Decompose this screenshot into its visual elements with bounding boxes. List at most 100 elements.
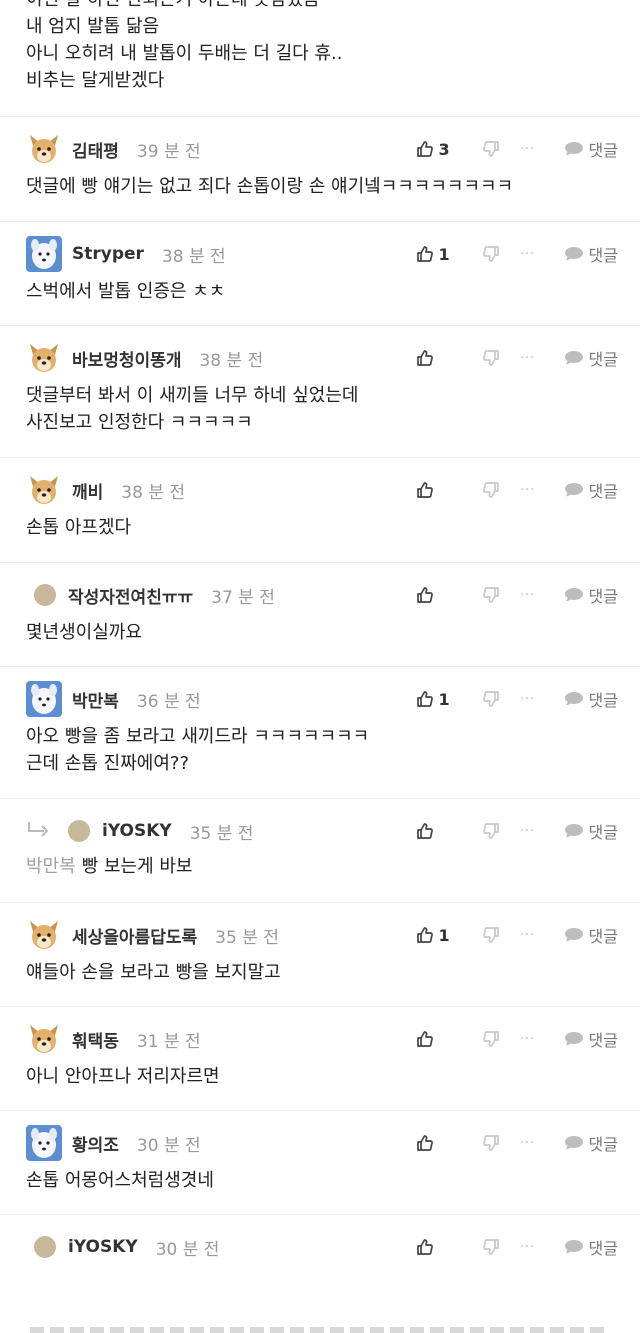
reply-button[interactable]: 댓글: [563, 242, 618, 266]
white-dog-avatar-icon[interactable]: [26, 1125, 62, 1161]
comment-actions: ··· 댓글: [415, 340, 618, 376]
avatar-dot[interactable]: [34, 584, 56, 606]
more-options-button[interactable]: ···: [507, 1136, 549, 1151]
more-options-button[interactable]: ···: [507, 824, 549, 839]
comment: 황의조 30 분 전 ··· 댓글 손톱 어몽어스처럼생겻네: [0, 1111, 640, 1215]
reply-button-label: 댓글: [588, 482, 618, 501]
reply-button-label: 댓글: [588, 1239, 618, 1258]
like-button[interactable]: 3: [415, 139, 475, 159]
reply-button[interactable]: 댓글: [563, 346, 618, 370]
more-options-button[interactable]: ···: [507, 483, 549, 498]
dislike-button[interactable]: [475, 689, 507, 709]
reply-button[interactable]: 댓글: [563, 137, 618, 161]
post-line: 아니 오히려 내 발톱이 두배는 더 길다 휴..: [26, 43, 343, 64]
reply-button[interactable]: 댓글: [563, 1027, 618, 1051]
like-button[interactable]: [415, 480, 475, 500]
mentioned-user[interactable]: 박만복: [26, 856, 76, 877]
reply-button-label: 댓글: [588, 587, 618, 606]
comment-author[interactable]: 작성자전여친ㅠㅠ: [68, 583, 193, 608]
comment-author[interactable]: 세상을아름답도록: [72, 923, 197, 948]
like-button[interactable]: [415, 821, 475, 841]
thumb-down-icon: [481, 480, 501, 500]
dislike-button[interactable]: [475, 1237, 507, 1257]
dislike-button[interactable]: [475, 1133, 507, 1153]
white-dog-avatar-icon[interactable]: [26, 236, 62, 272]
thumb-down-icon: [481, 1029, 501, 1049]
comment-text: 박만복 빵 보는게 바보: [26, 853, 614, 880]
like-button[interactable]: [415, 348, 475, 368]
comment-time: 37 분 전: [211, 587, 275, 608]
dog-avatar-icon[interactable]: [26, 472, 62, 508]
dislike-button[interactable]: [475, 348, 507, 368]
comment-header: 깨비 38 분 전 ··· 댓글: [26, 472, 618, 508]
more-options-button[interactable]: ···: [507, 142, 549, 157]
more-options-button[interactable]: ···: [507, 1240, 549, 1255]
like-button[interactable]: 1: [415, 689, 475, 709]
more-options-button[interactable]: ···: [507, 692, 549, 707]
dislike-button[interactable]: [475, 139, 507, 159]
dog-avatar-icon[interactable]: [26, 131, 62, 167]
comment-header: Stryper 38 분 전 1 ··· 댓글: [26, 236, 618, 272]
like-button[interactable]: [415, 1237, 475, 1257]
comment-text: 댓글에 빵 얘기는 없고 죄다 손톱이랑 손 얘기넼ㅋㅋㅋㅋㅋㅋㅋㅋ: [26, 173, 614, 200]
comment-text: 스벅에서 발톱 인증은 ㅊㅊ: [26, 278, 614, 305]
comment-author[interactable]: 황의조: [72, 1131, 119, 1156]
thumb-up-icon: [415, 348, 435, 368]
dog-avatar-icon[interactable]: [26, 917, 62, 953]
speech-bubble-icon: [563, 1238, 589, 1256]
more-options-button[interactable]: ···: [507, 588, 549, 603]
dislike-button[interactable]: [475, 480, 507, 500]
comment-header: 황의조 30 분 전 ··· 댓글: [26, 1125, 618, 1161]
comment-author[interactable]: 김태평: [72, 137, 119, 162]
reply-button[interactable]: 댓글: [563, 583, 618, 607]
comment-author[interactable]: 깨비: [72, 478, 103, 503]
reply-button[interactable]: 댓글: [563, 687, 618, 711]
comment-author[interactable]: 훠택동: [72, 1027, 119, 1052]
dislike-button[interactable]: [475, 925, 507, 945]
reply-button-label: 댓글: [588, 691, 618, 710]
comment-author[interactable]: Stryper: [72, 244, 144, 264]
more-options-button[interactable]: ···: [507, 351, 549, 366]
more-options-button[interactable]: ···: [507, 1032, 549, 1047]
avatar-dot[interactable]: [34, 1236, 56, 1258]
thumb-up-icon: [415, 480, 435, 500]
comment-text-line: 아오 빵을 좀 보라고 새끼드라 ㅋㅋㅋㅋㅋㅋㅋ: [26, 723, 614, 750]
comment-author[interactable]: 박만복: [72, 687, 119, 712]
comment-time: 30 분 전: [136, 1135, 201, 1156]
comment-text-span: 아니 안아프나 저리자르면: [26, 1066, 220, 1087]
like-count: 3: [438, 139, 450, 159]
comment-actions: 1 ··· 댓글: [415, 236, 618, 272]
dog-avatar-icon[interactable]: [26, 1021, 62, 1057]
comment-text-line: 손톱 아프겠다: [26, 514, 614, 541]
dislike-button[interactable]: [475, 821, 507, 841]
like-button[interactable]: [415, 1029, 475, 1049]
dog-avatar-icon[interactable]: [26, 340, 62, 376]
dislike-button[interactable]: [475, 585, 507, 605]
comment-author[interactable]: iYOSKY: [102, 821, 172, 841]
dislike-button[interactable]: [475, 1029, 507, 1049]
like-button[interactable]: 1: [415, 244, 475, 264]
comment-author[interactable]: 바보멍청이똥개: [72, 346, 181, 371]
like-button[interactable]: [415, 1133, 475, 1153]
more-options-button[interactable]: ···: [507, 247, 549, 262]
like-button[interactable]: [415, 585, 475, 605]
comment-time: 38 분 전: [199, 350, 264, 371]
reply-button-label: 댓글: [588, 246, 618, 265]
comment-text-span: 댓글에 빵 얘기는 없고 죄다 손톱이랑 손 얘기넼ㅋㅋㅋㅋㅋㅋㅋㅋ: [26, 176, 514, 197]
thumb-up-icon: [415, 1133, 435, 1153]
comment-time: 31 분 전: [136, 1031, 201, 1052]
comment-header: 작성자전여친ㅠㅠ 37 분 전 ··· 댓글: [26, 577, 618, 613]
reply-button[interactable]: 댓글: [563, 1235, 618, 1259]
reply-button[interactable]: 댓글: [563, 819, 618, 843]
more-options-button[interactable]: ···: [507, 928, 549, 943]
white-dog-avatar-icon[interactable]: [26, 681, 62, 717]
reply-button[interactable]: 댓글: [563, 1131, 618, 1155]
comment-author[interactable]: iYOSKY: [68, 1237, 138, 1257]
reply-button[interactable]: 댓글: [563, 923, 618, 947]
comment-text-span: 댓글부터 봐서 이 새끼들 너무 하네 싶었는데: [26, 385, 359, 406]
dislike-button[interactable]: [475, 244, 507, 264]
avatar-dot[interactable]: [68, 820, 90, 842]
reply-button[interactable]: 댓글: [563, 478, 618, 502]
thumb-up-icon: [415, 244, 435, 264]
like-button[interactable]: 1: [415, 925, 475, 945]
